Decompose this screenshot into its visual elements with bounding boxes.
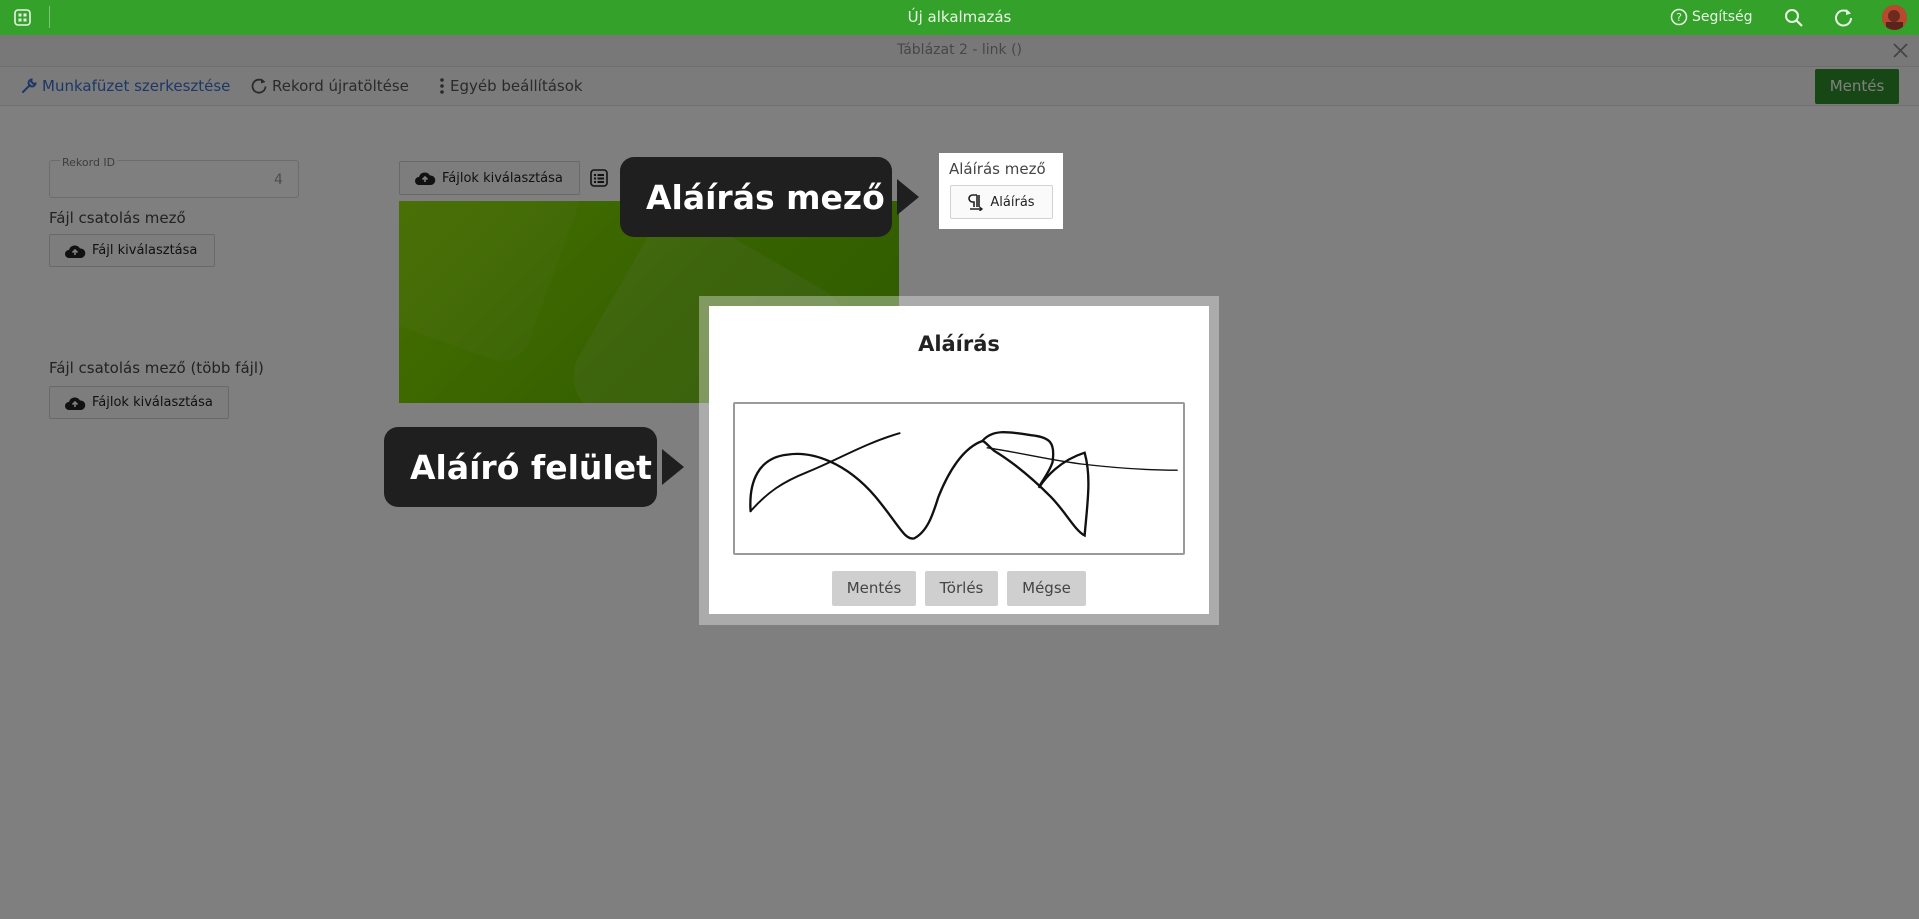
top-app-bar: Új alkalmazás xyxy=(0,0,1919,35)
app-title: Új alkalmazás xyxy=(907,8,1012,26)
apps-icon[interactable] xyxy=(14,9,31,26)
modal-clear-button[interactable]: Törlés xyxy=(925,571,998,606)
reload-icon[interactable] xyxy=(1833,7,1854,28)
svg-text:?: ? xyxy=(1676,11,1682,24)
modal-title: Aláírás xyxy=(918,332,1000,356)
modal-save-button[interactable]: Mentés xyxy=(832,571,916,606)
signature-icon xyxy=(968,194,984,211)
help-button[interactable]: ? Segítség xyxy=(1670,6,1753,28)
search-icon[interactable] xyxy=(1784,8,1804,28)
signing-surface-callout: Aláíró felület xyxy=(384,427,657,507)
help-label: Segítség xyxy=(1692,9,1753,25)
signature-field-callout: Aláírás mező xyxy=(620,157,892,237)
modal-cancel-button[interactable]: Mégse xyxy=(1007,571,1086,606)
signature-field-label: Aláírás mező xyxy=(949,160,1046,178)
callout-arrow xyxy=(662,449,684,485)
signature-button[interactable]: Aláírás xyxy=(950,185,1053,219)
callout-arrow xyxy=(897,179,919,215)
avatar[interactable] xyxy=(1882,5,1907,30)
signature-canvas[interactable] xyxy=(733,402,1185,555)
signature-button-label: Aláírás xyxy=(990,194,1035,210)
divider xyxy=(49,6,50,28)
help-icon: ? xyxy=(1670,8,1688,26)
